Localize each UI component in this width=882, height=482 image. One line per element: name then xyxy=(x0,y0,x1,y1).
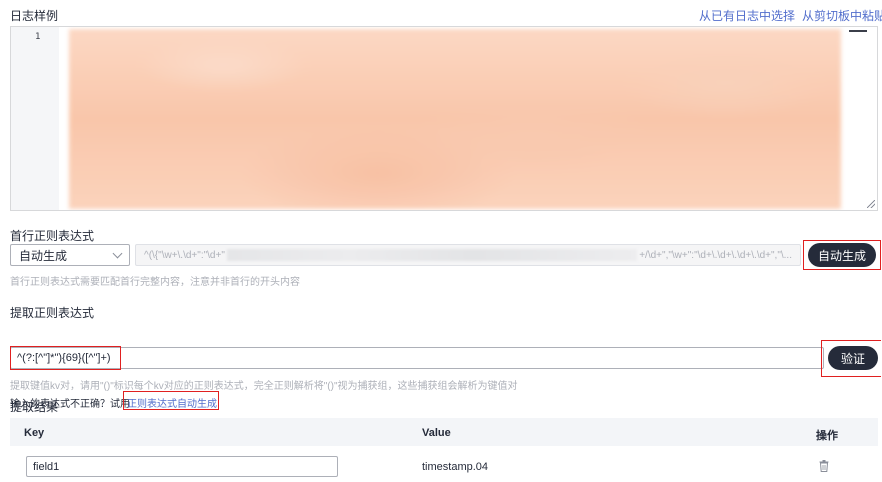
editor-gutter: 1 xyxy=(11,27,59,210)
trash-icon[interactable] xyxy=(819,460,829,472)
chevron-down-icon xyxy=(112,248,123,258)
log-sample-editor[interactable]: 1 xyxy=(10,26,878,211)
extract-regex-highlight xyxy=(10,346,121,370)
results-table-header: Key Value 操作 xyxy=(10,418,878,446)
auto-generate-button[interactable]: 自动生成 xyxy=(808,243,876,267)
extract-regex-input[interactable]: ^(?:[^"]*"){69}([^"]+) xyxy=(10,347,824,369)
regex-auto-generate-link[interactable]: 正则表达式自动生成 xyxy=(127,395,217,410)
first-line-regex-hint: 首行正则表达式需要匹配首行完整内容，注意并非首行的开头内容 xyxy=(10,277,300,288)
log-sample-title: 日志样例 xyxy=(10,9,59,23)
column-key: Key xyxy=(24,427,45,439)
extract-regex-hint: 提取键值kv对，请用"()"标识每个kv对应的正则表达式，完全正则解析将"()"… xyxy=(10,381,518,392)
paste-from-clipboard-link[interactable]: 从剪切板中粘贴 xyxy=(802,7,882,24)
table-row: field1 timestamp.04 xyxy=(10,450,878,482)
blurred-log-content xyxy=(69,29,841,209)
select-from-logs-link[interactable]: 从已有日志中选择 xyxy=(699,7,795,24)
extract-regex-title: 提取正则表达式 xyxy=(10,306,95,320)
results-title: 提取结果 xyxy=(10,400,59,414)
first-line-regex-prefix: ^(\{"\w+\.\d+":"\d+" xyxy=(144,249,225,261)
column-value: Value xyxy=(422,427,451,439)
first-line-regex-field: ^(\{"\w+\.\d+":"\d+" +/\d+","\w+":"\d+\.… xyxy=(135,244,801,266)
column-action: 操作 xyxy=(816,430,838,442)
resize-handle-icon[interactable] xyxy=(867,200,875,208)
line-number: 1 xyxy=(35,32,41,42)
verify-button[interactable]: 验证 xyxy=(828,346,878,370)
key-input[interactable]: field1 xyxy=(26,456,338,477)
first-line-regex-redacted xyxy=(226,249,638,261)
first-line-regex-title: 首行正则表达式 xyxy=(10,229,95,243)
first-line-regex-suffix: +/\d+","\w+":"\d+\.\d+\.\d+\.\d+","\... xyxy=(639,249,792,261)
key-input-value: field1 xyxy=(33,460,60,473)
first-line-mode-select[interactable]: 自动生成 xyxy=(10,244,130,266)
first-line-mode-value: 自动生成 xyxy=(19,248,68,263)
value-cell: timestamp.04 xyxy=(422,461,489,473)
editor-scroll-indicator xyxy=(849,30,867,36)
